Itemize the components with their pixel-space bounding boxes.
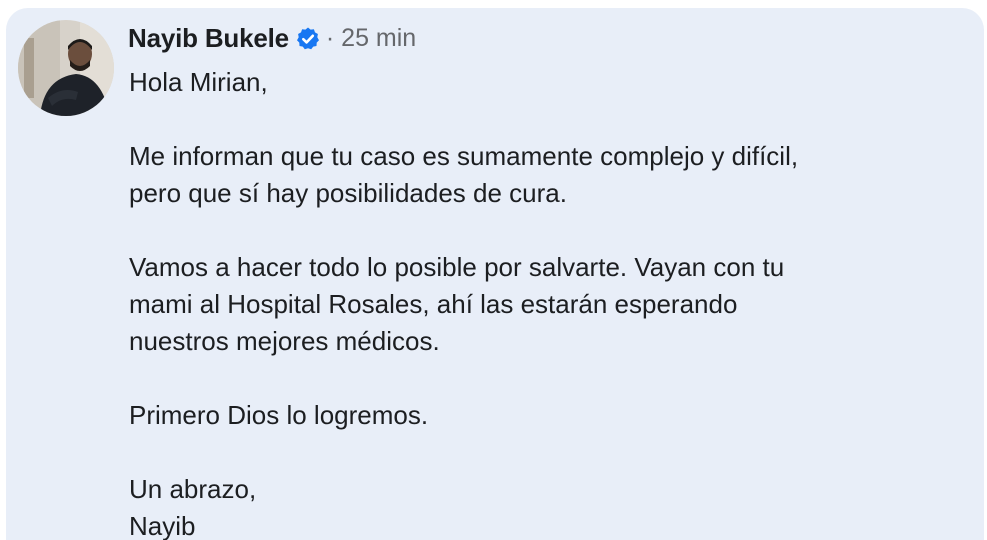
avatar[interactable] bbox=[18, 20, 114, 116]
post-header: Nayib Bukele · 25 min bbox=[128, 23, 416, 54]
text-line: Un abrazo, bbox=[129, 474, 257, 504]
text-line: Primero Dios lo logremos. bbox=[129, 400, 429, 430]
text-line: mami al Hospital Rosales, ahí las estará… bbox=[129, 289, 738, 319]
post-body: Hola Mirian, Me informan que tu caso es … bbox=[129, 64, 979, 540]
signature: Nayib bbox=[129, 511, 196, 540]
paragraph-faith: Primero Dios lo logremos. bbox=[129, 397, 979, 434]
text-line: pero que sí hay posibilidades de cura. bbox=[129, 178, 567, 208]
separator-dot: · bbox=[325, 24, 335, 52]
text-line: nuestros mejores médicos. bbox=[129, 326, 440, 356]
post-meta: · 25 min bbox=[326, 24, 416, 53]
verified-badge-icon bbox=[295, 26, 321, 52]
paragraph-hospital: Vamos a hacer todo lo posible por salvar… bbox=[129, 249, 979, 360]
paragraph-diagnosis: Me informan que tu caso es sumamente com… bbox=[129, 138, 979, 212]
text-line: Hola Mirian, bbox=[129, 67, 268, 97]
post-card: Nayib Bukele · 25 min Hola Mirian, Me in… bbox=[6, 8, 984, 540]
paragraph-greeting: Hola Mirian, bbox=[129, 64, 979, 101]
timestamp[interactable]: 25 min bbox=[341, 24, 416, 52]
text-line: Vamos a hacer todo lo posible por salvar… bbox=[129, 252, 785, 282]
paragraph-signoff: Un abrazo, Nayib bbox=[129, 471, 979, 540]
author-name[interactable]: Nayib Bukele bbox=[128, 23, 289, 54]
text-line: Me informan que tu caso es sumamente com… bbox=[129, 141, 799, 171]
